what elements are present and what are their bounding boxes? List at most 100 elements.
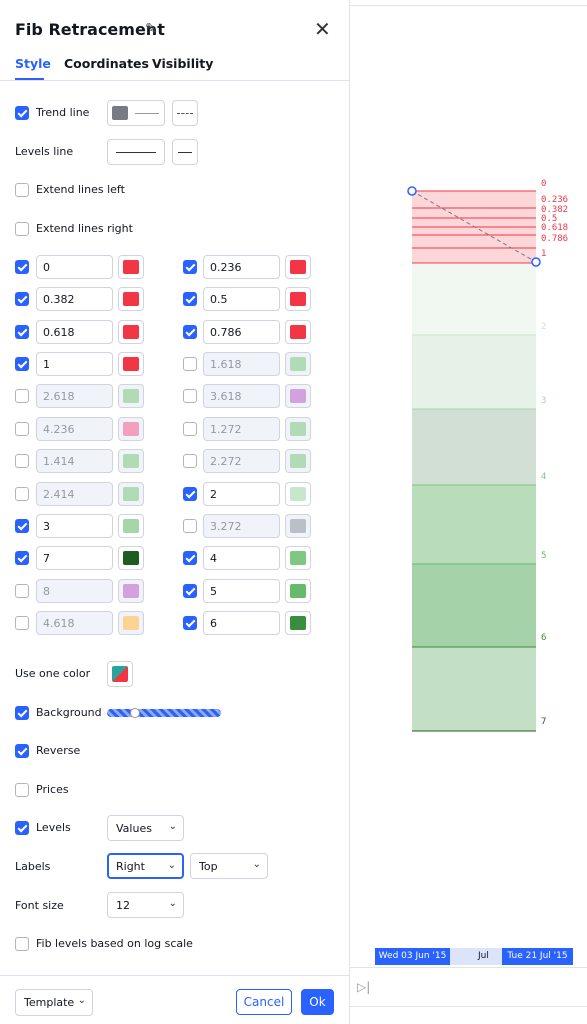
level-color-button[interactable]	[118, 417, 144, 441]
trend-line-checkbox[interactable]	[15, 106, 29, 120]
chart-pane[interactable]: 0 0.236 0.382 0.5 0.618 0.786 1 2 3 4 5 …	[350, 0, 587, 1024]
level-checkbox[interactable]	[183, 325, 197, 339]
levels-line-style-button[interactable]	[172, 139, 198, 165]
ok-button[interactable]: Ok	[301, 989, 334, 1015]
level-checkbox[interactable]	[183, 260, 197, 274]
level-value-input[interactable]: 3	[36, 514, 113, 538]
level-value-input[interactable]: 5	[203, 579, 280, 603]
level-checkbox[interactable]	[183, 487, 197, 501]
level-color-button[interactable]	[118, 255, 144, 279]
level-color-button[interactable]	[285, 255, 311, 279]
level-color-button[interactable]	[118, 449, 144, 473]
pencil-icon[interactable]: ✎	[145, 21, 157, 37]
level-color-button[interactable]	[285, 352, 311, 376]
level-color-button[interactable]	[285, 482, 311, 506]
log-scale-checkbox[interactable]	[15, 937, 29, 951]
trend-line-dash-button[interactable]	[172, 100, 198, 126]
level-color-button[interactable]	[285, 546, 311, 570]
level-checkbox[interactable]	[15, 389, 29, 403]
level-value-input[interactable]: 2.414	[36, 482, 113, 506]
level-color-button[interactable]	[118, 384, 144, 408]
extend-right-checkbox[interactable]	[15, 222, 29, 236]
level-checkbox[interactable]	[15, 551, 29, 565]
level-checkbox[interactable]	[183, 454, 197, 468]
tab-visibility[interactable]: Visibility	[152, 56, 213, 71]
level-checkbox[interactable]	[183, 519, 197, 533]
level-value-input[interactable]: 4.236	[36, 417, 113, 441]
level-checkbox[interactable]	[15, 454, 29, 468]
replay-icon[interactable]: ▷|	[357, 980, 370, 994]
level-color-button[interactable]	[118, 611, 144, 635]
level-checkbox[interactable]	[15, 357, 29, 371]
level-value-input[interactable]: 1	[36, 352, 113, 376]
level-color-button[interactable]	[285, 611, 311, 635]
background-checkbox[interactable]	[15, 706, 29, 720]
level-value-input[interactable]: 6	[203, 611, 280, 635]
background-opacity-slider[interactable]	[107, 709, 221, 717]
level-value-input[interactable]: 1.414	[36, 449, 113, 473]
level-value-input[interactable]: 0.382	[36, 287, 113, 311]
level-checkbox[interactable]	[183, 292, 197, 306]
labels-vertical-select[interactable]: Top ⌄	[190, 853, 268, 879]
level-color-button[interactable]	[285, 320, 311, 344]
level-value-input[interactable]: 7	[36, 546, 113, 570]
level-value-input[interactable]: 4	[203, 546, 280, 570]
levels-line-width-button[interactable]	[107, 139, 165, 165]
level-checkbox[interactable]	[15, 260, 29, 274]
level-color-button[interactable]	[118, 546, 144, 570]
levels-checkbox[interactable]	[15, 821, 29, 835]
level-checkbox[interactable]	[183, 616, 197, 630]
level-checkbox[interactable]	[15, 487, 29, 501]
level-value-input[interactable]: 0.236	[203, 255, 280, 279]
prices-checkbox[interactable]	[15, 783, 29, 797]
font-size-select[interactable]: 12 ⌄	[107, 892, 184, 918]
level-value-input[interactable]: 0	[36, 255, 113, 279]
level-value-input[interactable]: 4.618	[36, 611, 113, 635]
level-value-input[interactable]: 2	[203, 482, 280, 506]
opacity-slider-handle[interactable]	[129, 708, 140, 718]
level-value-input[interactable]: 1.618	[203, 352, 280, 376]
level-value-input[interactable]: 8	[36, 579, 113, 603]
level-checkbox[interactable]	[183, 551, 197, 565]
reverse-checkbox[interactable]	[15, 744, 29, 758]
level-checkbox[interactable]	[183, 389, 197, 403]
fib-drawing[interactable]	[350, 0, 587, 1024]
level-color-button[interactable]	[118, 482, 144, 506]
level-color-button[interactable]	[285, 449, 311, 473]
one-color-button[interactable]	[107, 661, 133, 687]
level-checkbox[interactable]	[183, 422, 197, 436]
level-value-input[interactable]: 3.618	[203, 384, 280, 408]
level-checkbox[interactable]	[15, 584, 29, 598]
level-color-button[interactable]	[118, 514, 144, 538]
level-checkbox[interactable]	[15, 616, 29, 630]
level-value-input[interactable]: 3.272	[203, 514, 280, 538]
labels-horizontal-select[interactable]: Right ⌄	[107, 853, 184, 879]
template-button[interactable]: Template ⌄	[15, 989, 93, 1016]
level-value-input[interactable]: 0.5	[203, 287, 280, 311]
level-color-button[interactable]	[285, 384, 311, 408]
levels-display-select[interactable]: Values ⌄	[107, 815, 184, 841]
extend-left-checkbox[interactable]	[15, 183, 29, 197]
close-icon[interactable]: ✕	[314, 17, 331, 41]
level-color-button[interactable]	[285, 287, 311, 311]
tab-coordinates[interactable]: Coordinates	[64, 56, 149, 71]
level-checkbox[interactable]	[15, 422, 29, 436]
level-color-button[interactable]	[285, 417, 311, 441]
end-anchor-handle[interactable]	[531, 257, 541, 267]
start-anchor-handle[interactable]	[407, 186, 417, 196]
level-color-button[interactable]	[118, 352, 144, 376]
trend-line-style-button[interactable]	[107, 100, 165, 126]
level-value-input[interactable]: 0.786	[203, 320, 280, 344]
level-color-button[interactable]	[118, 320, 144, 344]
level-color-button[interactable]	[118, 579, 144, 603]
tab-style[interactable]: Style	[15, 56, 51, 71]
level-checkbox[interactable]	[15, 292, 29, 306]
level-value-input[interactable]: 2.272	[203, 449, 280, 473]
level-checkbox[interactable]	[183, 357, 197, 371]
level-checkbox[interactable]	[15, 519, 29, 533]
cancel-button[interactable]: Cancel	[236, 989, 292, 1015]
level-value-input[interactable]: 0.618	[36, 320, 113, 344]
level-color-button[interactable]	[285, 514, 311, 538]
level-color-button[interactable]	[285, 579, 311, 603]
level-value-input[interactable]: 2.618	[36, 384, 113, 408]
